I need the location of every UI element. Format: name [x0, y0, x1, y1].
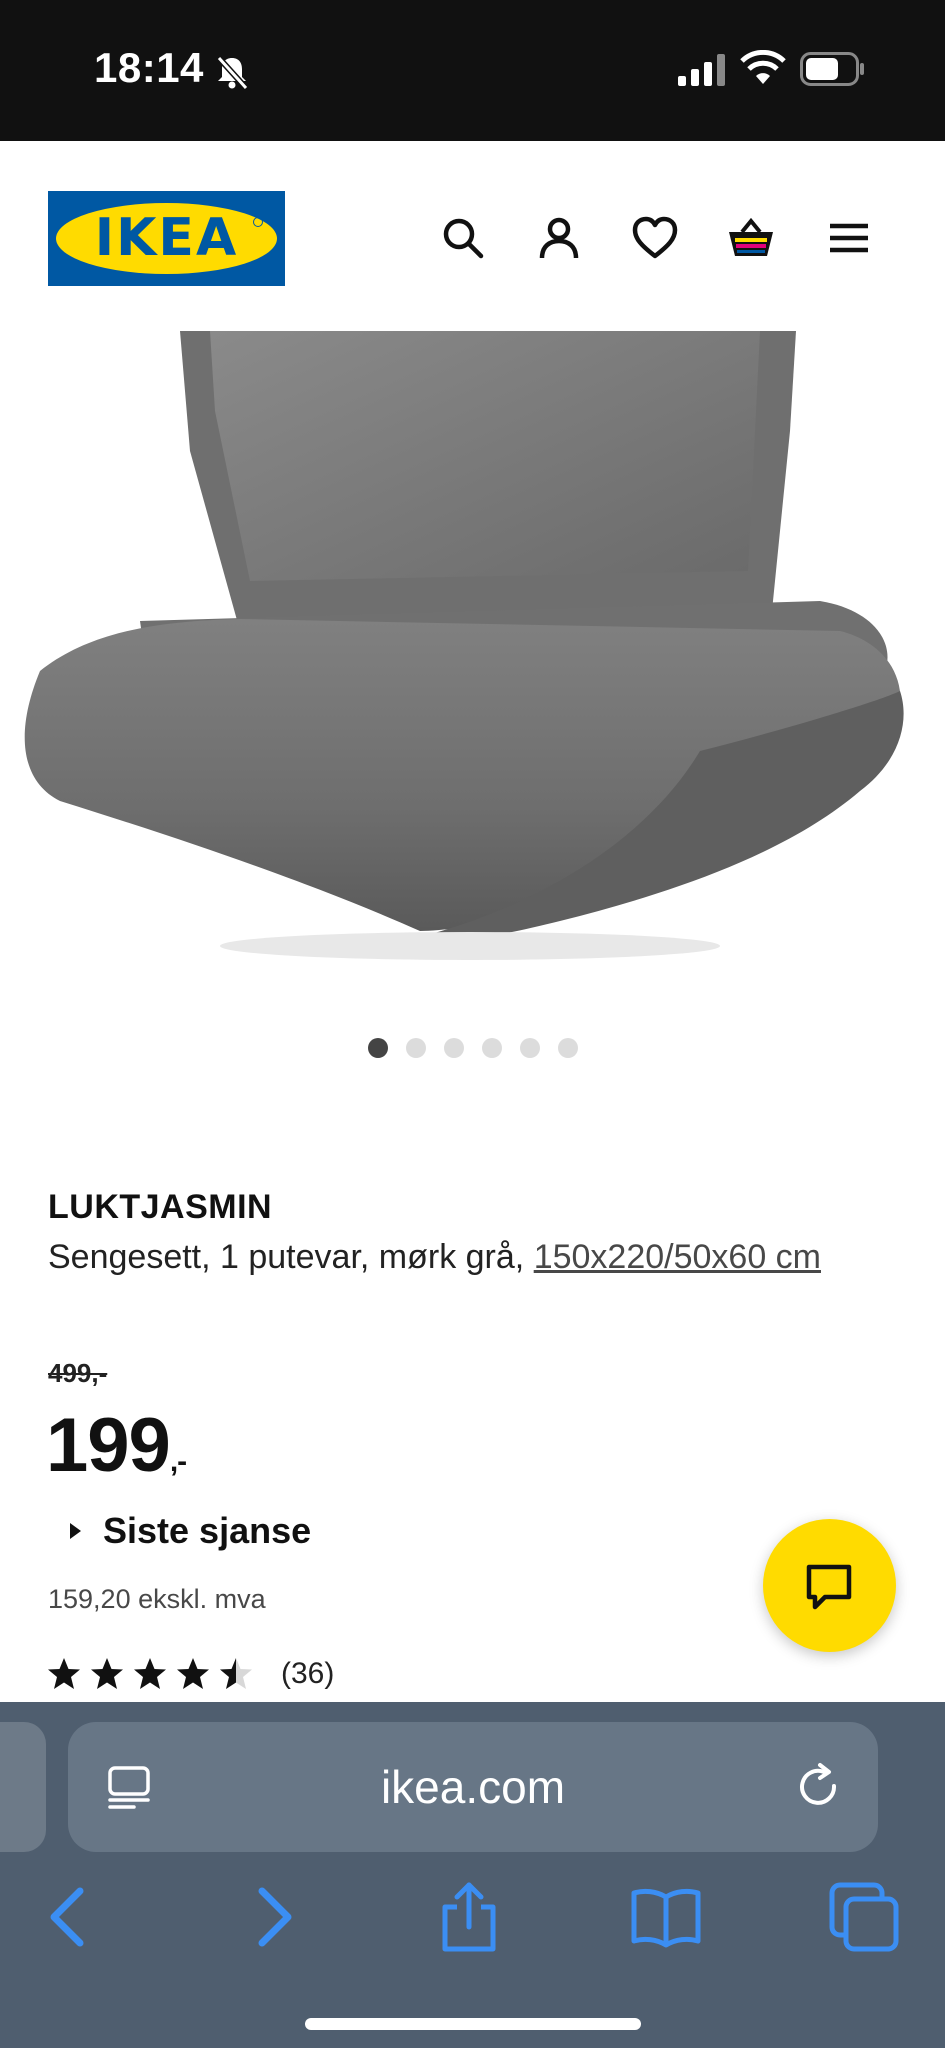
carousel-dot[interactable]: [367, 1038, 388, 1058]
carousel-dot[interactable]: [557, 1038, 578, 1058]
ikea-logo[interactable]: IKEA: [48, 191, 285, 286]
share-icon[interactable]: [429, 1877, 509, 1957]
old-price: 499,-: [48, 1358, 108, 1388]
cellular-signal-icon: [678, 54, 728, 86]
reload-icon[interactable]: [794, 1762, 844, 1812]
wishlist-heart-icon[interactable]: [630, 213, 680, 263]
bookmarks-icon[interactable]: [626, 1877, 706, 1957]
chat-button[interactable]: [763, 1519, 896, 1652]
product-image[interactable]: [0, 331, 945, 991]
price-suffix: ,-: [169, 1445, 187, 1478]
carousel-dots: [0, 1038, 945, 1062]
address-bar[interactable]: ikea.com: [68, 1722, 878, 1852]
account-icon[interactable]: [534, 213, 584, 263]
carousel-dot[interactable]: [519, 1038, 540, 1058]
price: 199,-: [46, 1402, 187, 1489]
chat-icon: [806, 1564, 852, 1610]
tabs-icon[interactable]: [824, 1877, 904, 1957]
price-excl-vat: 159,20 ekskl. mva: [48, 1584, 266, 1614]
url-text: ikea.com: [380, 1761, 566, 1813]
shopping-basket-icon[interactable]: [726, 213, 776, 263]
carousel-dot[interactable]: [405, 1038, 426, 1058]
product-description-text: Sengesett, 1 putevar, mørk grå,: [48, 1238, 534, 1276]
last-chance-badge: Siste sjanse: [70, 1510, 311, 1552]
menu-icon[interactable]: [824, 213, 874, 263]
battery-icon: [800, 52, 866, 86]
wifi-icon: [740, 49, 786, 86]
registered-mark-icon: [253, 217, 263, 227]
price-main: 199: [46, 1403, 171, 1488]
carousel-dot[interactable]: [481, 1038, 502, 1058]
rating[interactable]: (36): [46, 1656, 334, 1692]
product-description: Sengesett, 1 putevar, mørk grå, 150x220/…: [48, 1232, 898, 1282]
forward-icon[interactable]: [232, 1877, 312, 1957]
star-half-icon: [220, 1658, 252, 1689]
back-icon[interactable]: [30, 1877, 110, 1957]
star-icon: [91, 1658, 123, 1689]
bedding-illustration: [24, 331, 904, 960]
logo-text: IKEA: [94, 208, 239, 268]
size-link[interactable]: 150x220/50x60 cm: [534, 1238, 821, 1276]
star-icon: [134, 1658, 166, 1689]
triangle-right-icon: [70, 1523, 81, 1539]
previous-tab-peek[interactable]: [0, 1722, 46, 1852]
product-name: LUKTJASMIN: [48, 1188, 273, 1226]
star-icon: [48, 1658, 80, 1689]
search-icon[interactable]: [438, 213, 488, 263]
carousel-dot[interactable]: [443, 1038, 464, 1058]
status-time: 18:14: [94, 44, 204, 91]
status-bar: 18:14: [0, 0, 945, 141]
bell-slash-icon: [212, 52, 252, 92]
home-indicator: [305, 2018, 641, 2030]
badge-label: Siste sjanse: [103, 1510, 312, 1551]
browser-bar: ikea.com: [0, 1702, 945, 2048]
star-icon: [177, 1658, 209, 1689]
site-header: IKEA: [0, 141, 945, 331]
rating-count: (36): [281, 1657, 335, 1690]
